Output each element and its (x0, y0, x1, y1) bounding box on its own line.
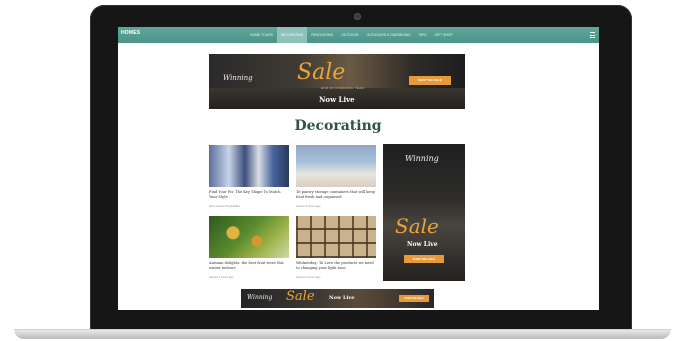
nav-item-renovating[interactable]: Renovating (307, 27, 337, 43)
article-title[interactable]: Find Your Fit: The Key Shape To Match Yo… (209, 190, 289, 200)
site-logo[interactable]: HOMES (121, 30, 140, 36)
ad-headline: Sale (395, 214, 439, 238)
sidebar-ad[interactable]: Winning Sale Now Live Shop the sale (383, 144, 465, 281)
nav-item-outdoors-gardening[interactable]: Outdoors & Gardening (362, 27, 414, 43)
hamburger-menu-icon[interactable] (590, 32, 595, 38)
ad-brand-logo: Winning (223, 74, 253, 82)
webcam-icon (354, 13, 361, 20)
top-ad-banner[interactable]: Winning Sale END OF FINANCIAL YEAR Now L… (209, 54, 465, 109)
ad-headline: Sale (286, 289, 315, 304)
ad-cta-button[interactable]: Shop the sale (404, 255, 444, 263)
article-meta: Homes 2 hours ago (296, 275, 321, 279)
article-title[interactable]: 16 pantry storage containers that will k… (296, 190, 376, 200)
article-title[interactable]: Wednesday: To Love the products we need … (296, 261, 376, 271)
footer-ad-banner[interactable]: Winning Sale Now Live Shop the sale (241, 289, 434, 308)
nav-item-sips[interactable]: Sips (415, 27, 431, 43)
laptop-mockup: HOMES Home Tours Decorating Renovating O… (0, 0, 683, 341)
ad-headline: Sale (297, 60, 346, 85)
nav-item-decorating[interactable]: Decorating (276, 27, 308, 43)
browser-screen: HOMES Home Tours Decorating Renovating O… (118, 27, 599, 310)
article-thumbnail[interactable] (296, 216, 376, 258)
article-card[interactable]: Find Your Fit: The Key Shape To Match Yo… (209, 145, 289, 208)
laptop-base (14, 329, 671, 339)
article-thumbnail[interactable] (296, 145, 376, 187)
ad-brand-logo: Winning (247, 294, 273, 301)
article-card[interactable]: 16 pantry storage containers that will k… (296, 145, 376, 208)
article-thumbnail[interactable] (209, 145, 289, 187)
article-card[interactable]: Wednesday: To Love the products we need … (296, 216, 376, 279)
ad-cta-button[interactable]: Shop the sale (399, 295, 429, 302)
article-card[interactable]: Autumn delights: the best fruit trees th… (209, 216, 289, 279)
article-meta: Homes 2 hours ago (209, 275, 234, 279)
article-meta: Homes 3 hours ago (296, 204, 321, 208)
ad-brand-logo: Winning (405, 154, 439, 163)
ad-subtitle: END OF FINANCIAL YEAR (321, 86, 364, 90)
article-title[interactable]: Autumn delights: the best fruit trees th… (209, 261, 289, 271)
article-thumbnail[interactable] (209, 216, 289, 258)
ad-status: Now Live (319, 95, 355, 104)
top-navigation: HOMES Home Tours Decorating Renovating O… (118, 27, 599, 43)
nav-item-gift-shop[interactable]: Gift Shop (431, 27, 457, 43)
article-meta: Hom Homes Press Editor (209, 204, 241, 208)
ad-cta-button[interactable]: Shop the sale (409, 76, 451, 85)
page-title: Decorating (294, 118, 382, 134)
nav-item-home-tours[interactable]: Home Tours (246, 27, 277, 43)
ad-status: Now Live (329, 295, 355, 301)
ad-status: Now Live (407, 241, 438, 248)
nav-item-outdoor[interactable]: Outdoor (337, 27, 362, 43)
nav-menu: Home Tours Decorating Renovating Outdoor… (246, 27, 457, 43)
